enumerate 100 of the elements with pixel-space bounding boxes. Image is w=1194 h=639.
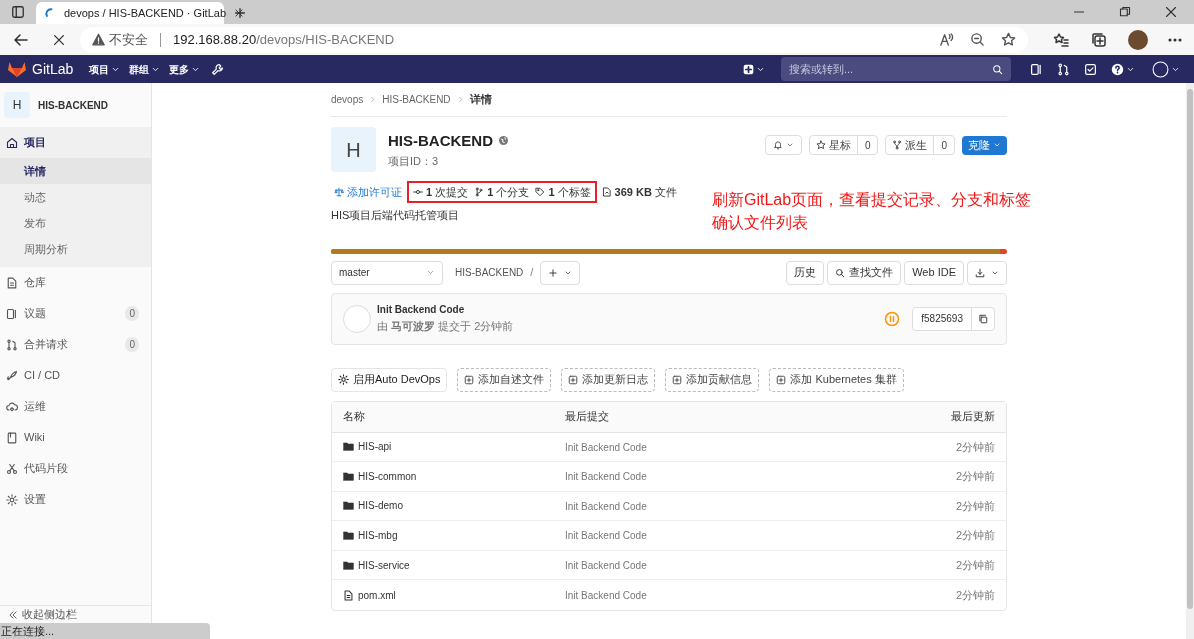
project-name[interactable]: HIS-BACKEND bbox=[38, 97, 108, 113]
chevron-icon bbox=[369, 96, 377, 103]
merge-request-icon[interactable] bbox=[1057, 62, 1070, 76]
find-file-button[interactable]: 查找文件 bbox=[827, 260, 902, 285]
path-separator: / bbox=[530, 265, 534, 281]
branch-select[interactable]: master bbox=[331, 260, 443, 285]
url-host: 192.168.88.20 bbox=[173, 30, 257, 49]
chevron-icon bbox=[456, 96, 464, 103]
file-name[interactable]: HIS-service bbox=[358, 557, 410, 573]
add-menu-button[interactable] bbox=[540, 260, 581, 285]
file-name[interactable]: HIS-common bbox=[358, 468, 417, 484]
commit-title[interactable]: Init Backend Code bbox=[377, 302, 514, 318]
path-segment[interactable]: HIS-BACKEND bbox=[455, 265, 524, 280]
new-menu-button[interactable] bbox=[743, 63, 765, 75]
notification-button[interactable] bbox=[764, 135, 802, 155]
column-header: 最后更新 bbox=[951, 409, 995, 425]
download-button[interactable] bbox=[967, 260, 1007, 285]
zoom-out-icon[interactable] bbox=[970, 32, 985, 47]
sidebar-subitem[interactable]: 详情 bbox=[0, 158, 151, 184]
nav-menu[interactable]: 群组 bbox=[129, 61, 161, 77]
folder-icon bbox=[343, 470, 354, 482]
collapse-sidebar-label[interactable]: 收起侧边栏 bbox=[22, 606, 77, 623]
warning-icon bbox=[92, 33, 105, 46]
commit-message[interactable]: Init Backend Code bbox=[565, 559, 647, 571]
quick-action-button[interactable]: 添加贡献信息 bbox=[665, 367, 760, 392]
project-description: HIS项目后端代码托管项目 bbox=[331, 208, 460, 223]
column-header: 最后提交 bbox=[565, 409, 610, 425]
count-badge[interactable]: 0 bbox=[934, 137, 954, 153]
download-icon bbox=[975, 267, 985, 278]
sidebar-subitem[interactable]: 周期分析 bbox=[0, 236, 151, 262]
star-icon bbox=[815, 140, 826, 150]
history-button[interactable]: 历史 bbox=[786, 260, 825, 285]
fork-button[interactable]: 派生 bbox=[886, 136, 935, 154]
tag-link[interactable]: 1 个标签 bbox=[532, 183, 594, 201]
breadcrumb-link[interactable]: devops bbox=[331, 92, 364, 107]
user-avatar-icon bbox=[1152, 60, 1169, 78]
security-label: 不安全 bbox=[109, 30, 148, 49]
sidebar-item[interactable]: 代码片段 bbox=[0, 453, 151, 484]
project-title: HIS-BACKEND bbox=[388, 130, 493, 151]
gitlab-logo[interactable] bbox=[8, 61, 26, 77]
files-link[interactable]: 369 KB 文件 bbox=[598, 183, 680, 201]
quick-action-button[interactable]: 启用Auto DevOps bbox=[331, 367, 448, 392]
pipeline-paused-icon bbox=[884, 310, 901, 327]
author-avatar bbox=[343, 304, 371, 333]
plus-box-icon bbox=[672, 374, 683, 385]
web-ide-button[interactable]: Web IDE bbox=[904, 260, 964, 285]
files-icon bbox=[601, 187, 612, 197]
updated-time: 2分钟前 bbox=[955, 528, 995, 544]
todo-icon[interactable] bbox=[1084, 62, 1097, 76]
sidebar-item[interactable]: Wiki bbox=[0, 422, 151, 453]
sidebar-item[interactable]: 设置 bbox=[0, 484, 151, 515]
license-link[interactable]: 添加许可证 bbox=[331, 183, 405, 201]
quick-action-button[interactable]: 添加 Kubernetes 集群 bbox=[769, 367, 904, 392]
folder-icon bbox=[343, 559, 354, 571]
favorite-add-icon[interactable] bbox=[1001, 32, 1016, 47]
breadcrumb-link[interactable]: 详情 bbox=[469, 91, 492, 108]
tab-title: devops / HIS-BACKEND · GitLab bbox=[64, 5, 226, 21]
read-aloud-icon[interactable] bbox=[939, 32, 954, 47]
quick-action-button[interactable]: 添加自述文件 bbox=[457, 367, 552, 392]
sidebar-item[interactable]: 运维 bbox=[0, 391, 151, 422]
profile-avatar[interactable] bbox=[1128, 29, 1148, 50]
nav-menu[interactable]: 更多 bbox=[169, 61, 201, 77]
sidebar-item[interactable]: 项目 bbox=[0, 127, 151, 158]
plus-box-icon bbox=[568, 374, 579, 385]
sidebar-item[interactable]: 议题 0 bbox=[0, 298, 151, 329]
user-menu-button[interactable] bbox=[1152, 60, 1180, 78]
commit-message[interactable]: Init Backend Code bbox=[565, 471, 647, 483]
scrollbar-thumb[interactable] bbox=[1187, 89, 1193, 609]
commit-link[interactable]: 1 次提交 bbox=[410, 183, 472, 201]
sidebar-subitem[interactable]: 动态 bbox=[0, 184, 151, 210]
branch-link[interactable]: 1 个分支 bbox=[471, 183, 533, 201]
commit-message[interactable]: Init Backend Code bbox=[565, 530, 647, 542]
file-name[interactable]: HIS-api bbox=[358, 439, 392, 455]
address-bar[interactable]: 不安全 192.168.88.20/devops/HIS-BACKEND bbox=[80, 26, 1028, 53]
sidebar-item[interactable]: CI / CD bbox=[0, 360, 151, 391]
commit-message[interactable]: Init Backend Code bbox=[565, 441, 647, 453]
document-icon bbox=[6, 276, 18, 289]
file-name[interactable]: HIS-mbg bbox=[358, 528, 398, 544]
commit-message[interactable]: Init Backend Code bbox=[565, 500, 647, 512]
project-id: 项目ID：3 bbox=[388, 154, 440, 169]
file-name[interactable]: HIS-demo bbox=[358, 498, 403, 514]
star-button[interactable]: 星标 bbox=[809, 136, 858, 154]
file-name[interactable]: pom.xml bbox=[358, 587, 396, 603]
help-menu-button[interactable] bbox=[1111, 62, 1135, 76]
count-badge[interactable]: 0 bbox=[857, 137, 878, 153]
sidebar-item[interactable]: 仓库 bbox=[0, 267, 151, 298]
issues-icon[interactable] bbox=[1030, 62, 1043, 76]
clone-button[interactable]: 克隆 bbox=[962, 135, 1007, 155]
brand-name[interactable]: GitLab bbox=[32, 58, 74, 80]
collapse-icon[interactable] bbox=[8, 609, 18, 620]
search-field[interactable]: 搜索或转到... bbox=[781, 57, 1011, 81]
commit-message[interactable]: Init Backend Code bbox=[565, 590, 647, 601]
sidebar-subitem[interactable]: 发布 bbox=[0, 210, 151, 236]
sidebar-item[interactable]: 合并请求 0 bbox=[0, 329, 151, 360]
search-icon bbox=[835, 267, 846, 278]
wrench-icon[interactable] bbox=[211, 62, 225, 76]
nav-menu[interactable]: 项目 bbox=[89, 61, 121, 77]
quick-action-button[interactable]: 添加更新日志 bbox=[561, 367, 656, 392]
breadcrumb-link[interactable]: HIS-BACKEND bbox=[382, 92, 451, 107]
plus-icon bbox=[743, 63, 754, 75]
